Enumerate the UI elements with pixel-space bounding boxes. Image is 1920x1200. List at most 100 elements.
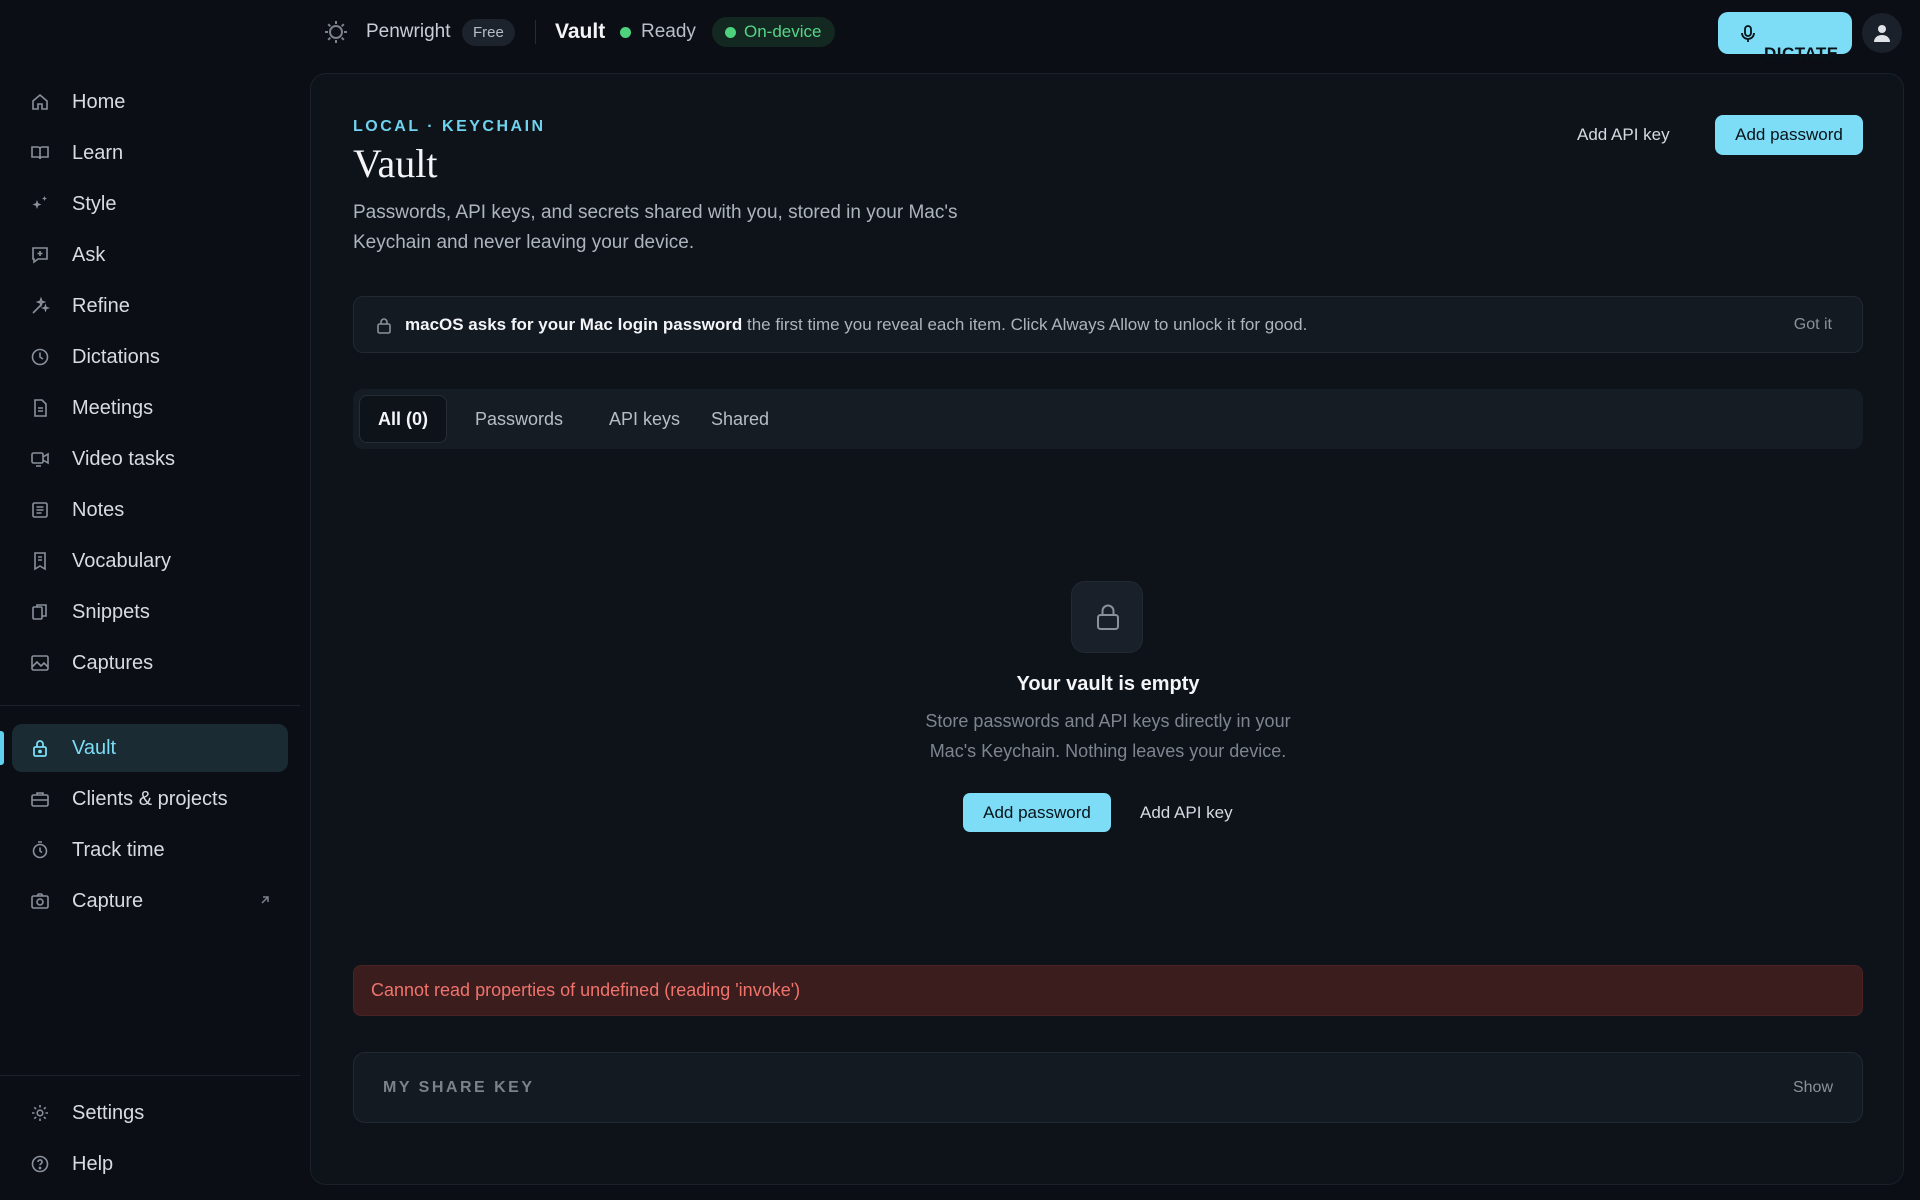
add-password-button[interactable]: Add password	[1715, 115, 1863, 155]
sidebar-item-label: Capture	[72, 890, 144, 912]
gear-icon	[30, 1103, 50, 1123]
sidebar-item-capture[interactable]: Capture	[12, 877, 288, 925]
share-key-label: MY SHARE KEY	[383, 1079, 535, 1096]
page-title: Vault	[353, 141, 438, 186]
app-logo-icon	[322, 18, 350, 46]
help-icon	[30, 1154, 50, 1174]
sidebar-item-label: Home	[72, 91, 126, 113]
show-share-key-button[interactable]: Show	[1793, 1053, 1833, 1122]
sidebar-divider	[0, 705, 300, 706]
clock-icon	[30, 347, 50, 367]
page-eyebrow: LOCAL · KEYCHAIN	[353, 118, 546, 135]
home-icon	[30, 92, 50, 112]
sidebar-item-vault[interactable]: Vault	[12, 724, 288, 772]
sidebar-item-style[interactable]: Style	[12, 180, 288, 228]
external-link-icon	[258, 893, 272, 907]
empty-state-lock-icon	[1071, 581, 1143, 653]
sidebar-item-label: Snippets	[72, 601, 150, 623]
notice-rest-text: the first time you reveal each item. Cli…	[742, 315, 1308, 334]
tab-all[interactable]: All (0)	[359, 395, 448, 443]
lock-icon	[30, 738, 50, 758]
top-bar: Penwright Free Vault Ready On-device DIC…	[300, 0, 1920, 64]
tab-passwords[interactable]: Passwords	[475, 395, 563, 443]
keychain-notice: macOS asks for your Mac login password t…	[353, 296, 1863, 353]
user-avatar[interactable]	[1862, 13, 1902, 53]
refine-icon	[30, 296, 50, 316]
sidebar-item-track-time[interactable]: Track time	[12, 826, 288, 874]
chat-icon	[30, 245, 50, 265]
note-icon	[30, 500, 50, 520]
plan-badge: Free	[462, 19, 515, 46]
sidebar-item-label: Vault	[72, 737, 117, 759]
sidebar-item-clients-projects[interactable]: Clients & projects	[12, 775, 288, 823]
sidebar-item-snippets[interactable]: Snippets	[12, 588, 288, 636]
sidebar-item-refine[interactable]: Refine	[12, 282, 288, 330]
user-icon	[1874, 25, 1890, 42]
sidebar-item-label: Refine	[72, 295, 130, 317]
status-dot	[620, 27, 631, 38]
sidebar-item-label: Ask	[72, 244, 106, 266]
sidebar-item-vocabulary[interactable]: Vocabulary	[12, 537, 288, 585]
share-key-section: MY SHARE KEY Show	[353, 1052, 1863, 1123]
tab-shared[interactable]: Shared	[711, 395, 769, 443]
vault-tabs: All (0) Passwords API keys Shared	[353, 389, 1863, 449]
status-text: Ready	[641, 21, 696, 42]
sidebar-item-label: Vocabulary	[72, 550, 171, 572]
sidebar-item-label: Track time	[72, 839, 165, 861]
sidebar-item-dictations[interactable]: Dictations	[12, 333, 288, 381]
sidebar-item-video-tasks[interactable]: Video tasks	[12, 435, 288, 483]
sidebar-item-meetings[interactable]: Meetings	[12, 384, 288, 432]
dictate-button[interactable]: DICTATE	[1718, 12, 1852, 63]
sidebar-item-label: Style	[72, 193, 117, 215]
lock-icon	[376, 317, 392, 334]
snippet-icon	[30, 602, 50, 622]
empty-add-password-button[interactable]: Add password	[963, 793, 1111, 832]
sidebar-item-label: Help	[72, 1153, 114, 1175]
on-device-badge: On-device	[712, 17, 836, 47]
sidebar-item-label: Settings	[72, 1102, 145, 1124]
sidebar-item-label: Meetings	[72, 397, 154, 419]
tab-api-keys[interactable]: API keys	[609, 395, 680, 443]
camera-icon	[30, 891, 50, 911]
add-api-key-button[interactable]: Add API key	[1577, 115, 1670, 155]
sidebar-item-learn[interactable]: Learn	[12, 129, 288, 177]
current-page-label: Vault	[555, 20, 606, 43]
sidebar-divider	[0, 1075, 300, 1076]
bookmark-icon	[30, 551, 50, 571]
sidebar: Home Learn Style Ask Refine Dictations M…	[0, 0, 300, 1200]
error-message: Cannot read properties of undefined (rea…	[371, 980, 801, 1000]
image-icon	[30, 653, 50, 673]
stopwatch-icon	[30, 840, 50, 860]
sidebar-item-settings[interactable]: Settings	[12, 1089, 288, 1137]
empty-state-description: Store passwords and API keys directly in…	[925, 711, 1291, 761]
on-device-dot	[725, 27, 736, 38]
dismiss-notice-button[interactable]: Got it	[1794, 297, 1832, 352]
sidebar-item-notes[interactable]: Notes	[12, 486, 288, 534]
on-device-label: On-device	[744, 22, 822, 41]
sidebar-item-label: Notes	[72, 499, 125, 521]
briefcase-icon	[30, 789, 50, 809]
sidebar-item-label: Dictations	[72, 346, 160, 368]
microphone-icon	[1740, 25, 1756, 43]
dictate-label: DICTATE	[1764, 44, 1839, 63]
sidebar-item-label: Clients & projects	[72, 788, 228, 810]
sidebar-item-help[interactable]: Help	[12, 1140, 288, 1188]
page-description: Passwords, API keys, and secrets shared …	[353, 202, 958, 253]
book-icon	[30, 143, 50, 163]
notice-text: macOS asks for your Mac login password t…	[405, 297, 1307, 352]
empty-state-title: Your vault is empty	[1016, 673, 1200, 695]
empty-add-api-key-button[interactable]: Add API key	[1140, 793, 1233, 832]
sidebar-item-home[interactable]: Home	[12, 78, 288, 126]
sidebar-item-captures[interactable]: Captures	[12, 639, 288, 687]
sparkle-icon	[30, 194, 50, 214]
sidebar-item-ask[interactable]: Ask	[12, 231, 288, 279]
sidebar-item-label: Learn	[72, 142, 124, 164]
video-icon	[30, 449, 50, 469]
error-banner: Cannot read properties of undefined (rea…	[353, 965, 1863, 1016]
document-icon	[30, 398, 50, 418]
active-indicator	[0, 731, 4, 765]
notice-bold-text: macOS asks for your Mac login password	[405, 315, 743, 334]
topbar-divider	[535, 20, 536, 44]
brand-name: Penwright	[366, 21, 451, 42]
sidebar-item-label: Captures	[72, 652, 154, 674]
